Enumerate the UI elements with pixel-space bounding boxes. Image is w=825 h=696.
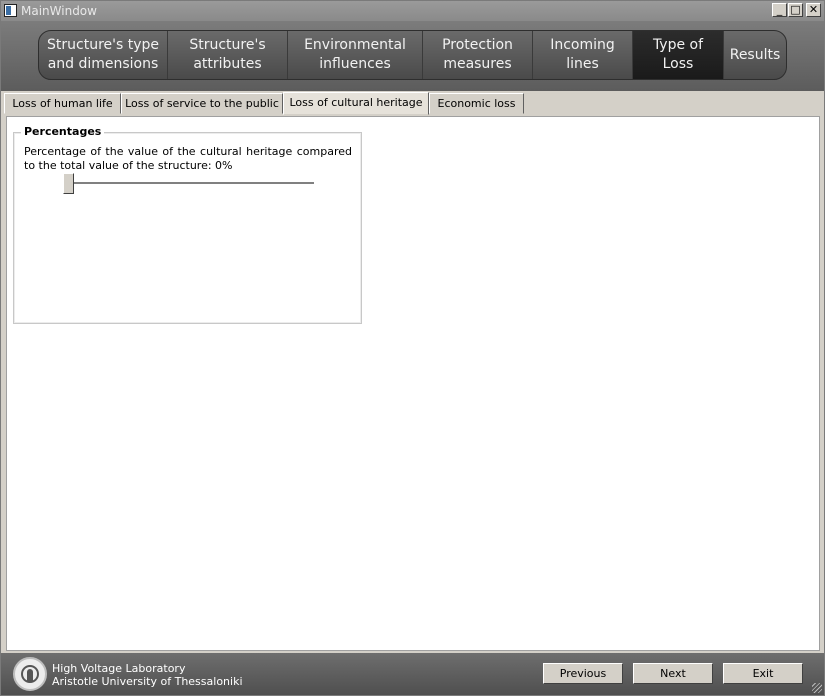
nav-label-line2: attributes <box>193 56 262 72</box>
percentage-slider-handle[interactable] <box>63 173 74 194</box>
nav-label-line1: Structure's type <box>47 37 159 53</box>
nav-incoming-lines[interactable]: Incoming lines <box>533 31 633 79</box>
resize-grip-icon[interactable] <box>812 683 822 693</box>
footer-bar: High Voltage Laboratory Aristotle Univer… <box>1 653 824 695</box>
tab-loss-of-cultural-heritage[interactable]: Loss of cultural heritage <box>283 92 429 115</box>
percentages-groupbox: Percentages Percentage of the value of t… <box>13 125 362 324</box>
lab-name: High Voltage Laboratory <box>52 662 186 675</box>
nav-label: Results <box>729 46 781 63</box>
tab-economic-loss[interactable]: Economic loss <box>429 93 524 114</box>
nav-label-line2: and dimensions <box>47 56 159 72</box>
nav-label-line1: Type of <box>652 37 704 53</box>
minimize-button[interactable]: _ <box>772 3 787 17</box>
app-icon <box>4 4 17 17</box>
maximize-button[interactable]: □ <box>788 3 803 17</box>
university-logo-icon <box>13 657 47 691</box>
nav-label-line2: lines <box>566 56 599 72</box>
previous-button[interactable]: Previous <box>543 663 623 684</box>
next-button[interactable]: Next <box>633 663 713 684</box>
close-button[interactable]: ✕ <box>806 3 821 17</box>
nav-environmental-influences[interactable]: Environmental influences <box>288 31 423 79</box>
nav-label-line1: Environmental <box>304 37 406 53</box>
tab-loss-of-service[interactable]: Loss of service to the public <box>121 93 283 114</box>
nav-label-line2: Loss <box>662 56 694 72</box>
nav-type-of-loss[interactable]: Type of Loss <box>633 31 724 79</box>
tab-content: Percentages Percentage of the value of t… <box>6 116 820 651</box>
nav-protection-measures[interactable]: Protection measures <box>423 31 533 79</box>
nav-results[interactable]: Results <box>724 31 786 79</box>
nav-label-line1: Structure's <box>189 37 266 53</box>
exit-button[interactable]: Exit <box>723 663 803 684</box>
nav-pill: Structure's type and dimensions Structure… <box>38 30 787 80</box>
nav-label-line1: Incoming <box>550 37 615 53</box>
nav-label-line2: influences <box>319 56 391 72</box>
title-bar[interactable]: MainWindow _ □ ✕ <box>1 1 824 21</box>
top-navigation: Structure's type and dimensions Structure… <box>1 21 824 91</box>
university-name: Aristotle University of Thessaloniki <box>52 675 243 688</box>
nav-structure-attributes[interactable]: Structure's attributes <box>168 31 288 79</box>
nav-structure-type[interactable]: Structure's type and dimensions <box>39 31 168 79</box>
tab-loss-of-human-life[interactable]: Loss of human life <box>4 93 121 114</box>
percentage-description: Percentage of the value of the cultural … <box>24 145 352 172</box>
nav-label-line1: Protection <box>442 37 513 53</box>
main-window: MainWindow _ □ ✕ Structure's type and dim… <box>0 0 825 696</box>
nav-label-line2: measures <box>443 56 512 72</box>
percentage-slider-track[interactable] <box>64 182 314 185</box>
window-title: MainWindow <box>21 4 97 18</box>
groupbox-title: Percentages <box>21 125 105 138</box>
